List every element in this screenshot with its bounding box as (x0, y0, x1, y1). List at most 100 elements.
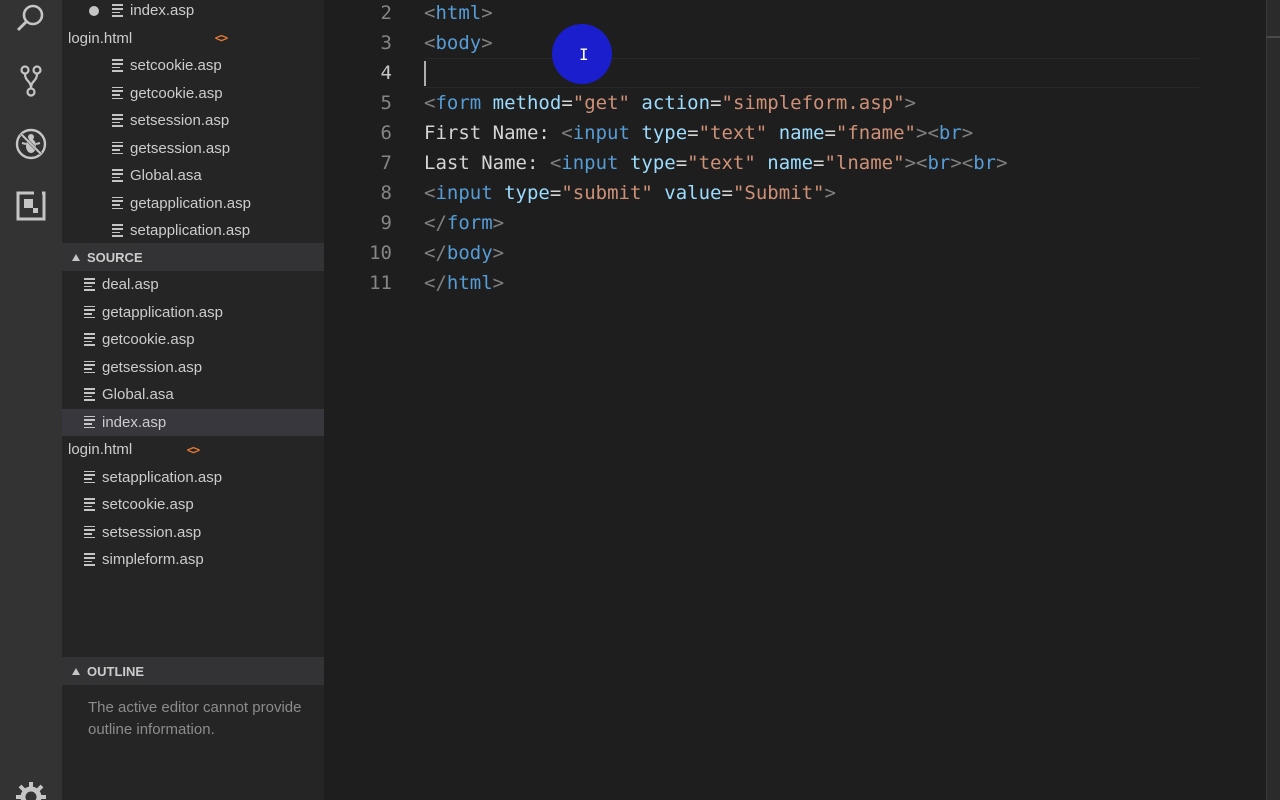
outline-message: The active editor cannot provide outline… (88, 699, 302, 738)
file-name: Global.asa (102, 386, 174, 403)
code-token: = (721, 182, 733, 204)
code-text: </body> (424, 238, 504, 268)
file-item[interactable]: setsession.asp (62, 519, 324, 546)
code-text: </html> (424, 268, 504, 298)
file-item[interactable]: setcookie.asp (62, 52, 324, 79)
code-token: input (572, 122, 630, 144)
code-token: value (664, 182, 722, 204)
file-name: setsession.asp (102, 523, 202, 541)
code-token: > (996, 152, 1008, 174)
source-section-title: SOURCE (87, 249, 143, 265)
code-line[interactable]: 8 <input type="submit" value="Submit"> (324, 178, 1266, 208)
file-item[interactable]: getapplication.asp (62, 299, 324, 326)
code-token: </ (424, 212, 447, 234)
file-item[interactable]: getapplication.asp (62, 190, 324, 217)
file-item[interactable]: deal.asp (62, 271, 324, 298)
search-icon[interactable] (12, 0, 50, 38)
code-text: </form> (424, 208, 504, 238)
code-token: br (973, 152, 997, 174)
code-token: type (629, 152, 676, 174)
file-lines-icon (112, 114, 124, 128)
file-lines-icon (112, 169, 124, 183)
file-lines-icon (84, 470, 96, 484)
file-item[interactable]: setapplication.asp (62, 217, 324, 244)
file-lines-icon (112, 141, 124, 155)
code-token: = (687, 122, 699, 144)
code-token: > (481, 2, 493, 24)
ibeam-cursor-icon: I (579, 45, 589, 64)
source-section-header[interactable]: SOURCE (62, 243, 324, 271)
debug-icon[interactable] (12, 125, 50, 163)
code-token: >< (950, 152, 974, 174)
editor-scrollbar[interactable] (1266, 0, 1280, 800)
file-lines-icon (84, 333, 96, 347)
file-item[interactable]: Global.asa (62, 162, 324, 189)
code-token: form (435, 92, 482, 114)
file-item[interactable]: setapplication.asp (62, 464, 324, 491)
extensions-icon[interactable] (12, 187, 50, 225)
file-item[interactable]: Global.asa (62, 381, 324, 408)
code-token: > (481, 32, 493, 54)
file-name: setapplication.asp (130, 222, 251, 239)
file-item[interactable]: <> login.html (62, 25, 324, 52)
file-item[interactable]: simpleform.asp (62, 546, 324, 573)
file-lines-icon (84, 525, 96, 539)
file-item[interactable]: getsession.asp (62, 135, 324, 162)
file-item[interactable]: getcookie.asp (62, 80, 324, 107)
code-token: "fname" (835, 122, 916, 144)
code-token: = (824, 122, 836, 144)
html-code-icon: <> (214, 31, 228, 45)
file-lines-icon (84, 553, 96, 567)
file-name: setcookie.asp (102, 496, 194, 513)
code-token: = (561, 92, 573, 114)
line-number: 10 (369, 242, 392, 264)
code-token: "text" (687, 152, 756, 174)
file-lines-icon (112, 86, 124, 100)
file-lines-icon (84, 360, 96, 374)
code-token: < (424, 92, 436, 114)
code-token: body (435, 32, 482, 54)
activity-bar (0, 0, 62, 800)
file-name: getapplication.asp (130, 194, 251, 212)
code-token: Last Name: (424, 152, 550, 174)
code-token: > (492, 212, 505, 234)
unsaved-dot-icon[interactable] (89, 5, 99, 16)
scrollbar-thumb[interactable] (1267, 36, 1280, 38)
code-line[interactable]: 5 <form method="get" action="simpleform.a… (324, 88, 1266, 118)
code-token: > (904, 92, 916, 114)
file-item[interactable]: getsession.asp (62, 354, 324, 381)
code-line[interactable]: 2 <html> (324, 0, 1266, 28)
file-item[interactable]: index.asp (62, 408, 324, 436)
code-line[interactable]: 4 (324, 58, 1266, 88)
code-token: form (446, 212, 493, 234)
source-control-icon[interactable] (12, 62, 50, 100)
code-line[interactable]: 3 <body> (324, 28, 1266, 58)
code-token: html (446, 272, 493, 294)
file-item[interactable]: setcookie.asp (62, 491, 324, 518)
file-lines-icon (112, 196, 124, 210)
code-line[interactable]: 9 </form> (324, 208, 1266, 238)
file-item[interactable]: getcookie.asp (62, 326, 324, 353)
code-editor[interactable]: 2 <html> 3 <body> 4 5 <form method="get" actio… (324, 0, 1266, 800)
file-item[interactable]: setsession.asp (62, 107, 324, 134)
code-token: type (641, 122, 688, 144)
line-number: 3 (380, 32, 392, 54)
code-token: </ (424, 272, 447, 294)
file-lines-icon (112, 4, 124, 18)
file-lines-icon (84, 415, 96, 429)
code-line[interactable]: 6 First Name: <input type="text" name="fn… (324, 118, 1266, 148)
outline-section-header[interactable]: OUTLINE (62, 657, 324, 685)
file-name: getsession.asp (130, 139, 231, 157)
code-line[interactable]: 10 </body> (324, 238, 1266, 268)
code-line[interactable]: 7 Last Name: <input type="text" name="lna… (324, 148, 1266, 178)
settings-gear-icon[interactable] (12, 778, 50, 800)
code-token: > (824, 182, 836, 204)
file-item[interactable]: index.asp (62, 0, 324, 24)
code-token: > (492, 242, 505, 264)
file-item[interactable]: <> login.html (62, 436, 324, 463)
code-line[interactable]: 11 </html> (324, 268, 1266, 298)
line-number: 6 (380, 122, 392, 144)
code-text: <body> (424, 28, 493, 58)
outline-section-title: OUTLINE (87, 663, 145, 679)
